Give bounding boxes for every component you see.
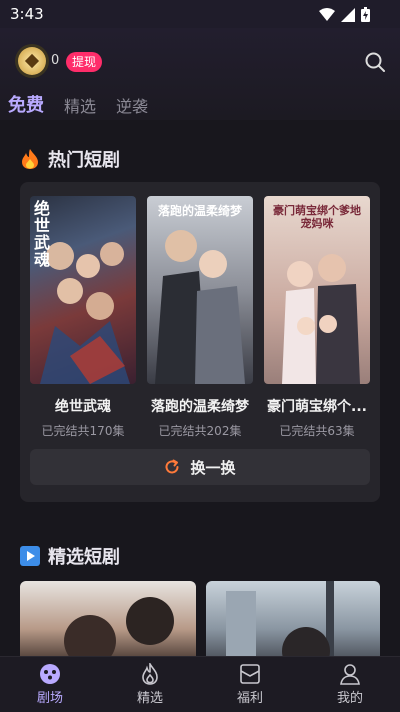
status-time: 3:43 [10,5,44,23]
nav-item-profile[interactable]: 我的 [300,657,400,712]
drama-title-2: 落跑的温柔绮梦 [151,399,249,415]
nav-label-profile: 我的 [336,691,363,706]
coin-count: 0 [51,53,60,68]
drama-poster-2[interactable]: 落跑的温柔绮梦 [147,196,253,384]
drama-episodes-3: 已完结共63集 [279,424,355,438]
signal-icon [341,7,355,22]
drama-poster-3[interactable]: 豪门萌宝绑个爹地宠妈咪 [264,196,370,384]
tab-featured[interactable]: 精选 [64,93,96,117]
wifi-icon [319,7,335,21]
tab-comeback[interactable]: 逆袭 [116,93,148,117]
poster-text-2: 落跑的温柔绮梦 [157,204,242,218]
nav-item-benefits[interactable]: 福利 [200,657,300,712]
drama-card-1[interactable]: 绝世武魂 绝世武魂 已完结共170集 [30,196,136,439]
swap-button[interactable]: 换一换 [30,449,370,485]
nav-label-benefits: 福利 [236,691,263,706]
drama-title-3: 豪门萌宝绑个... [267,399,367,415]
bottom-nav: 剧场 精选 福利 我的 [0,656,400,712]
drama-card-3[interactable]: 豪门萌宝绑个爹地宠妈咪 豪门萌宝绑个... 已完结共63集 [264,196,370,439]
fire-icon [22,149,38,169]
category-tabs: 免费 精选 逆袭 [8,91,148,117]
pick-thumbnail-2[interactable] [206,581,380,661]
profile-icon [340,664,360,685]
play-icon [20,546,40,566]
drama-card-2[interactable]: 落跑的温柔绮梦 落跑的温柔绮梦 已完结共202集 [147,196,253,439]
drama-poster-1[interactable]: 绝世武魂 [30,196,136,384]
status-bar: 3:43 [0,0,400,28]
flame-icon [142,663,158,685]
poster-art-2 [155,230,245,384]
hot-dramas-card: 绝世武魂 绝世武魂 已完结共170集 落跑的温柔绮梦 落跑的温柔绮梦 已完结共2… [20,182,380,502]
picks-section-header: 精选短剧 [20,543,120,569]
picks-section-title: 精选短剧 [48,547,120,568]
poster-text-3: 豪门萌宝绑个爹地宠妈咪 [273,204,361,230]
nav-label-featured: 精选 [136,691,163,706]
hot-section-title: 热门短剧 [48,150,120,171]
search-icon[interactable] [364,51,386,73]
pick-art-1 [64,597,174,661]
gift-icon [240,664,260,684]
refresh-icon [166,459,179,474]
theater-icon [40,664,60,684]
drama-episodes-2: 已完结共202集 [158,424,242,438]
battery-icon [361,7,370,22]
poster-text-1: 绝世武魂 [34,199,51,269]
drama-title-1: 绝世武魂 [55,399,111,415]
coin-icon[interactable] [18,47,46,75]
pick-art-2 [226,581,334,661]
nav-item-featured[interactable]: 精选 [100,657,200,712]
pick-thumbnail-1[interactable] [20,581,196,661]
hot-section-header: 热门短剧 [20,146,120,172]
drama-episodes-1: 已完结共170集 [41,424,125,438]
tab-free[interactable]: 免费 [8,91,44,117]
withdraw-button[interactable]: 提现 [66,52,103,72]
nav-label-theater: 剧场 [36,691,63,706]
status-icons [319,7,370,22]
swap-label: 换一换 [190,458,236,477]
nav-item-theater[interactable]: 剧场 [0,657,100,712]
